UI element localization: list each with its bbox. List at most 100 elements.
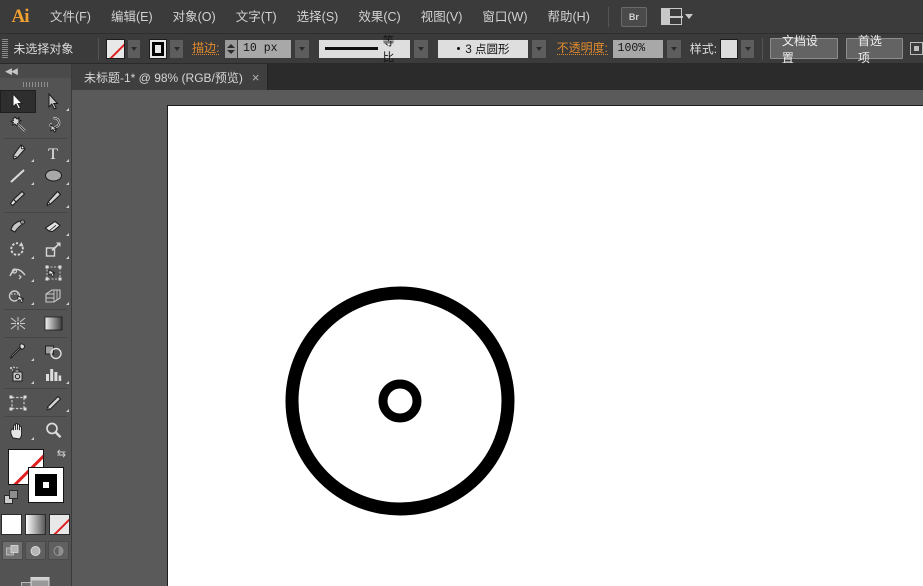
change-screen-mode-button[interactable] bbox=[21, 575, 51, 586]
close-icon[interactable]: × bbox=[252, 71, 260, 84]
opacity-label[interactable]: 不透明度: bbox=[557, 42, 608, 56]
menu-edit[interactable]: 编辑(E) bbox=[101, 0, 163, 34]
brush-definition-value: 3 点圆形 bbox=[465, 41, 509, 57]
symbol-sprayer-tool[interactable] bbox=[0, 363, 36, 386]
fill-dropdown[interactable] bbox=[127, 39, 142, 59]
collapse-panel-icon[interactable]: ◀◀ bbox=[5, 67, 17, 76]
stroke-weight-dropdown[interactable] bbox=[294, 39, 310, 59]
menu-divider bbox=[608, 7, 609, 27]
menu-type[interactable]: 文字(T) bbox=[226, 0, 287, 34]
draw-behind-button[interactable] bbox=[25, 541, 46, 560]
pencil-tool[interactable] bbox=[36, 187, 72, 210]
stroke-weight-control[interactable]: 10 px bbox=[224, 39, 310, 59]
screen-mode-row bbox=[0, 563, 71, 586]
opacity-dropdown[interactable] bbox=[666, 39, 682, 59]
eraser-tool[interactable] bbox=[36, 215, 72, 238]
direct-selection-tool[interactable] bbox=[36, 90, 72, 113]
menu-select[interactable]: 选择(S) bbox=[287, 0, 349, 34]
control-bar-grip[interactable] bbox=[2, 39, 8, 59]
tool-divider bbox=[4, 309, 67, 310]
divider bbox=[762, 38, 763, 60]
preferences-button[interactable]: 首选项 bbox=[846, 38, 903, 59]
blend-tool[interactable] bbox=[36, 340, 72, 363]
perspective-grid-tool[interactable] bbox=[36, 284, 72, 307]
free-transform-tool[interactable] bbox=[36, 261, 72, 284]
tools-panel-header: ◀◀ bbox=[0, 64, 71, 78]
mesh-tool[interactable] bbox=[0, 312, 36, 335]
arrange-documents-button[interactable] bbox=[661, 8, 693, 25]
draw-normal-button[interactable] bbox=[2, 541, 23, 560]
zoom-tool[interactable] bbox=[36, 419, 72, 442]
ellipse-tool[interactable] bbox=[36, 164, 72, 187]
width-tool[interactable] bbox=[0, 261, 36, 284]
document-setup-button[interactable]: 文档设置 bbox=[770, 38, 838, 59]
eyedropper-tool[interactable] bbox=[0, 340, 36, 363]
slice-tool[interactable] bbox=[36, 391, 72, 414]
draw-inside-button[interactable] bbox=[48, 541, 69, 560]
tools-panel-grip[interactable] bbox=[0, 78, 71, 90]
opacity-value[interactable]: 100% bbox=[612, 39, 664, 59]
divider bbox=[98, 38, 99, 60]
color-button[interactable] bbox=[1, 514, 22, 535]
document-tab-title: 未标题-1* @ 98% (RGB/预览) bbox=[84, 69, 243, 86]
stroke-profile-control[interactable]: 等比 bbox=[318, 39, 429, 59]
align-edges-icon[interactable] bbox=[910, 42, 923, 55]
graphic-style-swatch[interactable] bbox=[720, 39, 738, 59]
menu-bar: Ai 文件(F) 编辑(E) 对象(O) 文字(T) 选择(S) 效果(C) 视… bbox=[0, 0, 923, 34]
canvas-area[interactable] bbox=[72, 90, 923, 586]
profile-line-icon bbox=[325, 47, 377, 50]
bridge-icon[interactable]: Br bbox=[621, 7, 647, 27]
type-tool[interactable]: T bbox=[36, 141, 72, 164]
menu-window[interactable]: 窗口(W) bbox=[472, 0, 537, 34]
none-button[interactable] bbox=[49, 514, 70, 535]
fill-stroke-controls: ⇆ bbox=[0, 446, 71, 510]
column-graph-tool[interactable] bbox=[36, 363, 72, 386]
menu-help[interactable]: 帮助(H) bbox=[538, 0, 600, 34]
shape-builder-tool[interactable] bbox=[0, 284, 36, 307]
rotate-tool[interactable] bbox=[0, 238, 36, 261]
opacity-control[interactable]: 100% bbox=[612, 39, 682, 59]
line-segment-tool[interactable] bbox=[0, 164, 36, 187]
stroke-weight-value[interactable]: 10 px bbox=[237, 39, 292, 59]
outer-circle bbox=[292, 293, 508, 509]
brush-definition-field[interactable]: 3 点圆形 bbox=[437, 39, 529, 59]
menu-file[interactable]: 文件(F) bbox=[40, 0, 101, 34]
lasso-tool[interactable] bbox=[36, 113, 72, 136]
stroke-weight-label[interactable]: 描边: bbox=[192, 42, 219, 56]
brush-definition-dropdown[interactable] bbox=[531, 39, 547, 59]
arrange-documents-icon bbox=[661, 8, 682, 25]
stroke-profile-dropdown[interactable] bbox=[413, 39, 429, 59]
scale-tool[interactable] bbox=[36, 238, 72, 261]
illustrator-window: Ai 文件(F) 编辑(E) 对象(O) 文字(T) 选择(S) 效果(C) 视… bbox=[0, 0, 923, 586]
menu-effect[interactable]: 效果(C) bbox=[348, 0, 410, 34]
swap-fill-stroke-icon[interactable]: ⇆ bbox=[57, 447, 66, 460]
document-tab-bar: 未标题-1* @ 98% (RGB/预览) × bbox=[0, 64, 923, 90]
app-logo: Ai bbox=[0, 0, 40, 34]
blob-brush-tool[interactable] bbox=[0, 215, 36, 238]
stroke-color-swatch[interactable] bbox=[28, 467, 64, 503]
magic-wand-tool[interactable] bbox=[0, 113, 36, 136]
default-fill-stroke-icon[interactable] bbox=[4, 490, 19, 505]
brush-definition-control[interactable]: 3 点圆形 bbox=[437, 39, 547, 59]
menu-object[interactable]: 对象(O) bbox=[163, 0, 226, 34]
fill-swatch[interactable] bbox=[106, 39, 124, 59]
stroke-weight-stepper[interactable] bbox=[224, 39, 237, 59]
paintbrush-tool[interactable] bbox=[0, 187, 36, 210]
pen-tool[interactable] bbox=[0, 141, 36, 164]
tool-divider bbox=[4, 212, 67, 213]
gradient-tool[interactable] bbox=[36, 312, 72, 335]
gradient-button[interactable] bbox=[25, 514, 46, 535]
menu-view[interactable]: 视图(V) bbox=[411, 0, 473, 34]
artboard[interactable] bbox=[167, 105, 923, 586]
selection-tool[interactable] bbox=[0, 90, 36, 113]
color-mode-row bbox=[0, 510, 71, 538]
hand-tool[interactable] bbox=[0, 419, 36, 442]
tools-panel: ◀◀ bbox=[0, 64, 72, 586]
graphic-style-dropdown[interactable] bbox=[740, 39, 755, 59]
artwork-circles[interactable] bbox=[168, 106, 923, 586]
artboard-tool[interactable] bbox=[0, 391, 36, 414]
stroke-swatch[interactable] bbox=[149, 39, 167, 59]
stroke-dropdown[interactable] bbox=[169, 39, 184, 59]
stroke-profile-field[interactable]: 等比 bbox=[318, 39, 411, 59]
document-tab[interactable]: 未标题-1* @ 98% (RGB/预览) × bbox=[72, 64, 268, 90]
